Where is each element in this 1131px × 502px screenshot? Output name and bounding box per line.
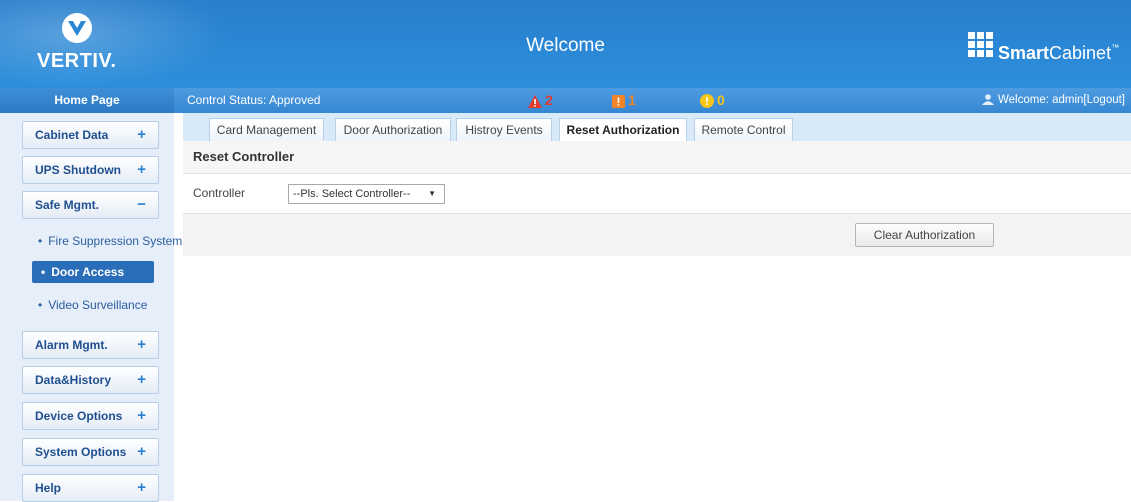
expand-plus-icon: + [137,161,146,178]
controller-select[interactable]: --Pls. Select Controller-- ▼ [288,184,445,204]
critical-alarm-icon [528,94,542,108]
bullet-icon: • [38,298,43,312]
sidebar-menu-safe-mgmt[interactable]: Safe Mgmt. − [22,191,159,219]
clear-authorization-button[interactable]: Clear Authorization [855,223,994,247]
sidebar: Cabinet Data + UPS Shutdown + Safe Mgmt. − … [0,113,182,502]
tab-history-events[interactable]: Histroy Events [456,118,552,141]
menu-label: Help [35,481,62,495]
tab-card-management[interactable]: Card Management [209,118,324,141]
sidebar-menu-device-options[interactable]: Device Options + [22,402,159,430]
expand-plus-icon: + [137,336,146,353]
sidebar-menu-cabinet-data[interactable]: Cabinet Data + [22,121,159,149]
sidebar-menu-ups-shutdown[interactable]: UPS Shutdown + [22,156,159,184]
sidebar-subitem-video-surveillance[interactable]: • Video Surveillance [38,298,147,312]
expand-plus-icon: + [137,126,146,143]
app-header: VERTIV. Welcome SmartCabinet™ [0,0,1131,88]
sidebar-subitem-fire-suppression[interactable]: • Fire Suppression System [38,234,182,248]
bullet-icon: • [41,265,46,279]
major-alarm-count: 1 [628,92,636,108]
smartcabinet-brand: SmartCabinet™ [998,43,1120,63]
bullet-icon: • [38,234,43,248]
status-bar: Home Page Control Status: Approved 2 1 0… [0,88,1131,113]
control-status-text: Control Status: Approved [187,93,321,107]
critical-alarm-indicator[interactable]: 2 [528,88,553,113]
controller-label: Controller [193,186,246,200]
smartcabinet-grid-icon [968,32,993,57]
minor-alarm-icon [700,94,714,109]
tab-remote-control[interactable]: Remote Control [694,118,793,141]
major-alarm-icon [612,94,625,108]
user-icon [982,94,994,106]
sidebar-menu-help[interactable]: Help + [22,474,159,502]
minor-alarm-indicator[interactable]: 0 [700,88,725,113]
page-title: Welcome [526,35,605,56]
critical-alarm-count: 2 [545,92,553,108]
collapse-minus-icon: − [137,196,146,213]
dropdown-arrow-icon: ▼ [428,189,436,198]
subitem-label: Video Surveillance [48,298,148,312]
expand-plus-icon: + [137,479,146,496]
menu-label: Safe Mgmt. [35,198,100,212]
menu-label: Data&History [35,373,112,387]
sidebar-subitem-door-access[interactable]: • Door Access [32,261,154,283]
menu-label: UPS Shutdown [35,163,121,177]
panel-title: Reset Controller [193,149,295,164]
menu-label: Cabinet Data [35,128,109,142]
menu-label: System Options [35,445,127,459]
tab-reset-authorization[interactable]: Reset Authorization [559,118,687,142]
sidebar-menu-system-options[interactable]: System Options + [22,438,159,466]
panel-header: Reset Controller [183,141,1131,174]
expand-plus-icon: + [137,371,146,388]
subitem-label: Fire Suppression System [48,234,183,248]
menu-label: Alarm Mgmt. [35,338,108,352]
sidebar-menu-data-history[interactable]: Data&History + [22,366,159,394]
controller-row: Controller --Pls. Select Controller-- ▼ [183,174,1131,214]
controller-select-value: --Pls. Select Controller-- [293,188,411,200]
expand-plus-icon: + [137,407,146,424]
user-welcome-text: Welcome: admin[Logout] [998,94,1125,106]
minor-alarm-count: 0 [717,92,725,108]
subitem-label: Door Access [51,265,125,279]
tab-bar: Card Management Door Authorization Histr… [183,113,1131,142]
sidebar-menu-alarm-mgmt[interactable]: Alarm Mgmt. + [22,331,159,359]
expand-plus-icon: + [137,443,146,460]
tab-door-authorization[interactable]: Door Authorization [335,118,451,141]
major-alarm-indicator[interactable]: 1 [612,88,636,113]
action-row: Clear Authorization [183,214,1131,256]
user-logout-link[interactable]: Welcome: admin[Logout] [982,88,1125,113]
menu-label: Device Options [35,409,123,423]
home-page-link[interactable]: Home Page [0,88,174,113]
